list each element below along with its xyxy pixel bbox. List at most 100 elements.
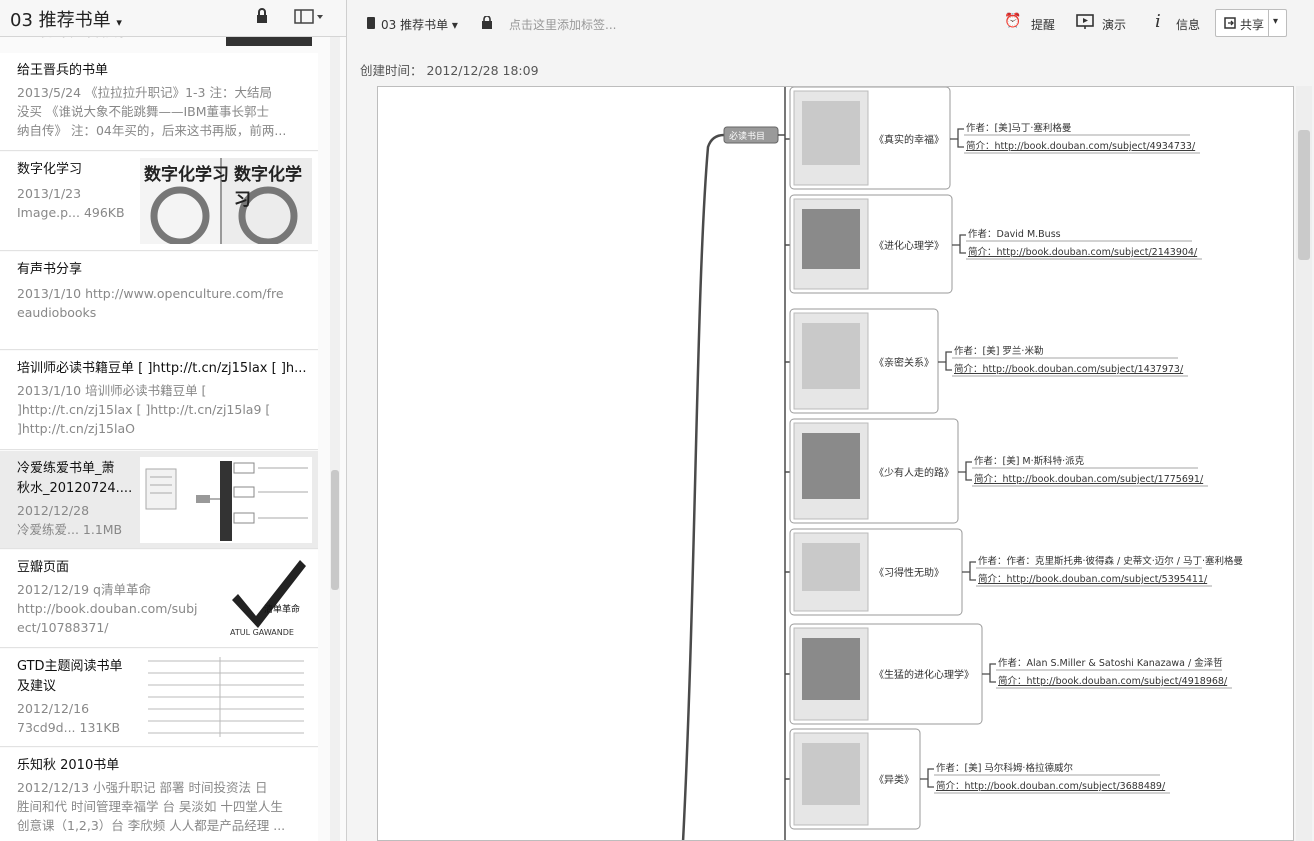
note-item[interactable]: 培训师必读书籍豆单 [ ]http://t.cn/zj15lax [ ]h...…: [0, 351, 318, 450]
info-icon[interactable]: i: [1155, 11, 1161, 32]
book-douban-link[interactable]: 简介：http://book.douban.com/subject/491896…: [998, 675, 1228, 687]
notebook-selector[interactable]: 03 推荐书单 ▾: [381, 16, 458, 33]
tag-icon[interactable]: [481, 16, 493, 30]
share-icon: [1224, 17, 1236, 29]
note-attachment: 73cd9d... 131KB: [17, 720, 121, 735]
trunk-connector: [681, 133, 725, 840]
note-snippet-line: 没买 《谁说大象不能跳舞——IBM董事长郭士: [17, 104, 270, 119]
note-snippet-line: ]http://t.cn/zj15lax [ ]http://t.cn/zj15…: [17, 402, 271, 417]
note-date: 2012/12/28: [17, 503, 90, 518]
detail-connector: [938, 351, 952, 371]
lock-icon[interactable]: [256, 8, 268, 24]
book-cover-art: [802, 638, 860, 700]
share-button[interactable]: 共享 ▾: [1215, 9, 1287, 37]
mindmap-graph[interactable]: 必读书目 《真实的幸福》 作者：[美]马丁·塞利格曼简介：http://book.d…: [378, 87, 1294, 841]
book-cover-art: [802, 209, 860, 269]
detail-connector: [952, 234, 966, 254]
note-item[interactable]: 乐知秋 2010书单 2012/12/13 小强升职记 部署 时间投资法 日 胜…: [0, 748, 318, 841]
book-douban-link[interactable]: 简介：http://book.douban.com/subject/493473…: [966, 140, 1196, 152]
note-item[interactable]: 给王晋兵的书单 2013/5/24 《拉拉拉升职记》1-3 注：大结局 没买 《…: [0, 53, 318, 151]
book-cover-art: [802, 433, 860, 499]
notebook-title-dropdown[interactable]: 03 推荐书单 ▾: [10, 6, 122, 32]
info-button[interactable]: 信息: [1176, 16, 1200, 33]
book-author: 作者：David M.Buss: [968, 228, 1061, 240]
note-title-line2: 及建议: [17, 679, 57, 694]
note-editor: 03 推荐书单 ▾ 点击这里添加标签... ⏰ 提醒 演示 i 信息 共享 ▾ …: [347, 0, 1314, 841]
detail-connector: [958, 461, 972, 481]
note-attachment: Image.p... 496KB: [17, 205, 125, 220]
detail-connector: [950, 128, 964, 148]
note-item[interactable]: 豆瓣页面 2012/12/19 q清单革命 http://book.douban…: [0, 550, 318, 648]
note-item[interactable]: 有声书分享 2013/1/10 http://www.openculture.c…: [0, 252, 318, 350]
note-title: 冷爱练爱书单_萧: [17, 461, 115, 476]
note-title: 有声书分享: [17, 262, 83, 277]
thumb-title: 数字化学习: [144, 165, 229, 185]
note-snippet-line: 胜间和代 时间管理幸福学 台 吴淡如 十四堂人生: [17, 799, 283, 814]
remind-button[interactable]: 提醒: [1031, 16, 1055, 33]
note-title: 豆瓣页面: [17, 560, 70, 575]
thumb-author: ATUL GAWANDE: [230, 628, 294, 637]
mindmap-preview-image: [140, 457, 312, 543]
book-author: 作者：[美] M·斯科特·派克: [974, 455, 1085, 467]
created-time: 创建时间： 2012/12/28 18:09: [360, 63, 539, 78]
note-snippet-line: ]http://t.cn/zj15laO: [17, 421, 135, 436]
note-snippet-line: 2013/5/24 《拉拉拉升职记》1-3 注：大结局: [17, 85, 272, 100]
book-douban-link[interactable]: 简介：http://book.douban.com/subject/214390…: [968, 246, 1198, 258]
note-title-line2: 秋水_20120724....: [17, 481, 133, 496]
note-snippet-line: 2012/12/19 q清单革命: [17, 582, 151, 597]
book-douban-link[interactable]: 简介：http://book.douban.com/subject/368848…: [936, 780, 1166, 792]
notebook-header: 03 推荐书单 ▾: [0, 0, 346, 37]
view-mode-icon[interactable]: [294, 8, 324, 24]
note-snippet-line: 创意课（1,2,3）台 李欣频 人人都是产品经理 ...: [17, 818, 286, 833]
add-tag-field[interactable]: 点击这里添加标签...: [509, 16, 616, 33]
book-title: 《亲密关系》: [874, 356, 934, 369]
book-title: 《习得性无助》: [874, 566, 944, 579]
root-node-label: 必读书目: [729, 130, 765, 142]
sidebar-scrollbar[interactable]: [330, 36, 340, 841]
note-snippet-line: 2012/12/13 小强升职记 部署 时间投资法 日: [17, 780, 268, 795]
note-item[interactable]: 数字化学习 2013/1/23 Image.p... 496KB 数字化学习 数…: [0, 152, 318, 251]
note-snippet-line: 2013/1/10 培训师必读书籍豆单 [: [17, 383, 207, 398]
note-snippet-line: ect/10788371/: [17, 620, 109, 635]
note-item-selected[interactable]: 冷爱练爱书单_萧 秋水_20120724.... 2012/12/28 冷爱练爱…: [0, 451, 318, 549]
detail-connector: [920, 768, 934, 788]
book-author: 作者：Alan S.Miller & Satoshi Kanazawa / 金泽…: [998, 657, 1223, 669]
book-author: 作者：[美] 罗兰·米勒: [954, 345, 1043, 357]
note-attachment: 冷爱练爱... 1.1MB: [17, 522, 123, 537]
present-icon[interactable]: [1076, 14, 1094, 30]
chevron-down-icon[interactable]: ▾: [1273, 16, 1278, 27]
note-thumbnail: 数字化学习 数字化学习: [140, 158, 312, 244]
note-thumbnail: [140, 653, 312, 741]
book-cover-art: [802, 323, 860, 389]
note-date: 2013/1/23: [17, 186, 82, 201]
book-author: 作者：作者：克里斯托弗·彼得森 / 史蒂文·迈尔 / 马丁·塞利格曼: [978, 555, 1244, 567]
book-title: 《少有人走的路》: [874, 466, 954, 479]
note-snippet-line: 2013/1/10 http://www.openculture.com/fre: [17, 286, 284, 301]
book-douban-link[interactable]: 简介：http://book.douban.com/subject/539541…: [978, 573, 1208, 585]
cutoff-note-thumbnail: [226, 36, 312, 46]
book-title: 《真实的幸福》: [874, 133, 944, 146]
chevron-down-icon: ▾: [116, 16, 122, 29]
thumb-title: 清单革命: [264, 605, 301, 615]
mindmap-canvas[interactable]: 必读书目 《真实的幸福》 作者：[美]马丁·塞利格曼 简介：http://book.d…: [377, 86, 1294, 841]
note-list-sidebar: 一个仅遮挡的条目文字... 给王晋兵的书单 2013/5/24 《拉拉拉升职记》…: [0, 0, 347, 841]
note-title: 给王晋兵的书单: [17, 63, 109, 78]
note-title: 培训师必读书籍豆单 [ ]http://t.cn/zj15lax [ ]h...: [17, 361, 307, 376]
book-douban-link[interactable]: 简介：http://book.douban.com/subject/177569…: [974, 473, 1204, 485]
note-thumbnail: 清单革命 ATUL GAWANDE: [226, 554, 312, 642]
note-date: 2012/12/16: [17, 701, 90, 716]
alarm-icon[interactable]: ⏰: [1004, 13, 1021, 29]
book-cover-art: [802, 101, 860, 165]
sidebar-scrollbar-thumb[interactable]: [331, 470, 339, 590]
notebook-icon: [367, 17, 375, 29]
editor-scrollbar-thumb[interactable]: [1298, 130, 1310, 260]
chevron-down-icon: ▾: [451, 18, 458, 32]
book-douban-link[interactable]: 简介：http://book.douban.com/subject/143797…: [954, 363, 1184, 375]
book-author: 作者：[美] 马尔科姆·格拉德威尔: [936, 762, 1073, 774]
book-cover-art: [802, 543, 860, 591]
note-item[interactable]: GTD主题阅读书单 及建议 2012/12/16 73cd9d... 131KB: [0, 649, 318, 747]
note-snippet-line: http://book.douban.com/subj: [17, 601, 198, 616]
present-button[interactable]: 演示: [1102, 16, 1126, 33]
note-snippet-line: eaudiobooks: [17, 305, 97, 320]
book-cover-art: [802, 743, 860, 805]
